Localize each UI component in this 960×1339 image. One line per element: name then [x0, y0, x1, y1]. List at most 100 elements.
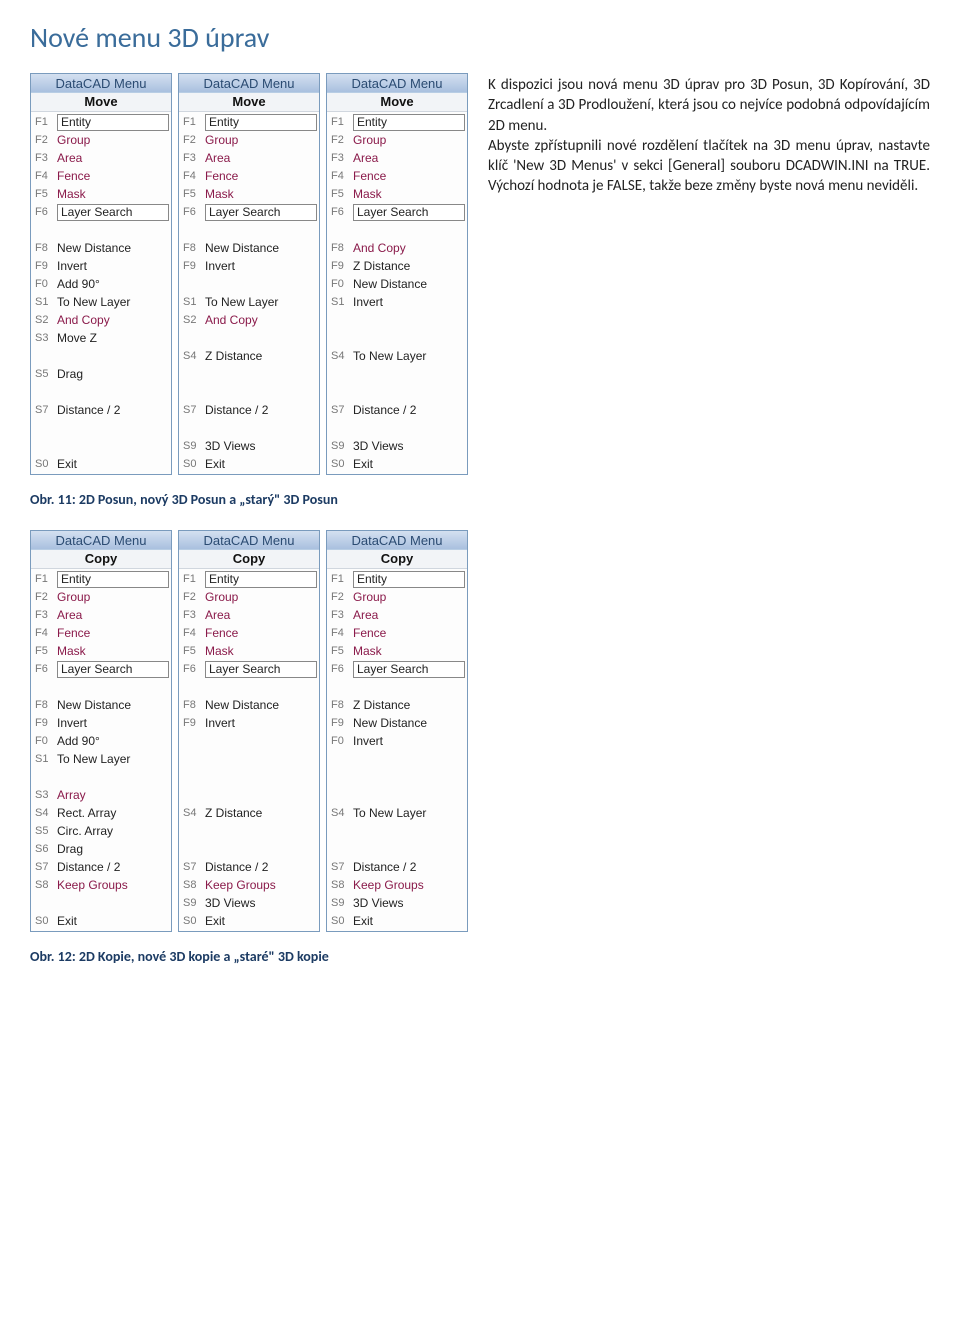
menu-item-hotkey: F3 — [33, 152, 53, 164]
menu-item[interactable]: S3Array — [33, 786, 169, 804]
menu-item[interactable]: S93D Views — [181, 437, 317, 455]
menu-item[interactable]: F2Group — [329, 588, 465, 606]
menu-item[interactable]: S4Z Distance — [181, 804, 317, 822]
menu-item[interactable]: S7Distance / 2 — [33, 858, 169, 876]
menu-item[interactable]: F5Mask — [33, 185, 169, 203]
menu-item[interactable]: F8And Copy — [329, 239, 465, 257]
menu-item[interactable]: S8Keep Groups — [181, 876, 317, 894]
menu-item[interactable]: F3Area — [181, 149, 317, 167]
menu-item[interactable]: F8New Distance — [33, 239, 169, 257]
menu-item[interactable]: F0Add 90° — [33, 275, 169, 293]
menu-item[interactable]: S8Keep Groups — [329, 876, 465, 894]
menu-item[interactable]: S0Exit — [329, 455, 465, 473]
menu-item[interactable]: F9Invert — [181, 714, 317, 732]
menu-item-label: Z Distance — [205, 806, 317, 820]
menu-item[interactable]: F5Mask — [329, 642, 465, 660]
menu-item[interactable]: S2And Copy — [181, 311, 317, 329]
menu-item[interactable]: F4Fence — [181, 167, 317, 185]
menu-item[interactable]: S8Keep Groups — [33, 876, 169, 894]
menu-item[interactable]: S1Invert — [329, 293, 465, 311]
menu-item[interactable]: F3Area — [329, 149, 465, 167]
menu-item[interactable]: F0Add 90° — [33, 732, 169, 750]
menu-item[interactable]: F2Group — [33, 131, 169, 149]
menu-item[interactable]: F3Area — [329, 606, 465, 624]
menu-item[interactable]: F2Group — [181, 131, 317, 149]
menu-item[interactable]: F9Invert — [33, 714, 169, 732]
menu-item[interactable]: F4Fence — [33, 167, 169, 185]
menu-item[interactable]: S7Distance / 2 — [181, 401, 317, 419]
menu-item[interactable]: F9Invert — [33, 257, 169, 275]
menu-item[interactable]: S7Distance / 2 — [329, 401, 465, 419]
menu-item[interactable]: S3Move Z — [33, 329, 169, 347]
menu-item[interactable]: S0Exit — [33, 912, 169, 930]
menu-item[interactable]: S0Exit — [181, 912, 317, 930]
menu-item[interactable]: F2Group — [329, 131, 465, 149]
menu-header: DataCAD Menu — [31, 531, 171, 550]
menu-item[interactable]: S1To New Layer — [33, 293, 169, 311]
menu-item[interactable]: S4Rect. Array — [33, 804, 169, 822]
menu-item[interactable]: F2Group — [181, 588, 317, 606]
menu-item[interactable]: S4Z Distance — [181, 347, 317, 365]
menu-item[interactable]: S0Exit — [33, 455, 169, 473]
menu-item[interactable]: F1Entity — [33, 113, 169, 131]
menu-item[interactable]: S93D Views — [329, 437, 465, 455]
menu-item-blank — [181, 786, 317, 804]
menu-item[interactable]: S5Drag — [33, 365, 169, 383]
menu-item[interactable]: S0Exit — [181, 455, 317, 473]
menu-header: DataCAD Menu — [179, 531, 319, 550]
menu-item[interactable]: F5Mask — [329, 185, 465, 203]
menu-item[interactable]: F8Z Distance — [329, 696, 465, 714]
menu-item[interactable]: F9New Distance — [329, 714, 465, 732]
menu-item[interactable]: S4To New Layer — [329, 347, 465, 365]
menu-item[interactable]: S0Exit — [329, 912, 465, 930]
menu-item[interactable]: F1Entity — [33, 570, 169, 588]
menu-item[interactable]: F4Fence — [329, 624, 465, 642]
menu-item[interactable]: S4To New Layer — [329, 804, 465, 822]
menu-item-label: To New Layer — [353, 806, 465, 820]
menu-item[interactable]: F4Fence — [181, 624, 317, 642]
menu-item[interactable]: F8New Distance — [181, 239, 317, 257]
menu-item[interactable]: F6Layer Search — [181, 203, 317, 221]
menu-item-label: Distance / 2 — [205, 403, 317, 417]
menu-body: F1EntityF2GroupF3AreaF4FenceF5MaskF6Laye… — [327, 569, 467, 931]
menu-item[interactable]: S7Distance / 2 — [33, 401, 169, 419]
menu-item[interactable]: F5Mask — [181, 185, 317, 203]
menu-item[interactable]: F3Area — [181, 606, 317, 624]
menu-item[interactable]: S93D Views — [329, 894, 465, 912]
menu-item[interactable]: S7Distance / 2 — [329, 858, 465, 876]
menu-item[interactable]: S2And Copy — [33, 311, 169, 329]
menu-item-hotkey: F6 — [33, 206, 53, 218]
menu-item[interactable]: F0Invert — [329, 732, 465, 750]
menu-item[interactable]: F6Layer Search — [329, 660, 465, 678]
menu-item[interactable]: S1To New Layer — [181, 293, 317, 311]
menu-item[interactable]: F1Entity — [329, 570, 465, 588]
menu-item[interactable]: F6Layer Search — [329, 203, 465, 221]
menu-item[interactable]: F3Area — [33, 606, 169, 624]
menu-item[interactable]: F9Z Distance — [329, 257, 465, 275]
menu-item[interactable]: F6Layer Search — [181, 660, 317, 678]
menu-item[interactable]: F5Mask — [33, 642, 169, 660]
menu-item[interactable]: S93D Views — [181, 894, 317, 912]
menu-item[interactable]: S6Drag — [33, 840, 169, 858]
menu-item[interactable]: F0New Distance — [329, 275, 465, 293]
menu-item-hotkey: F3 — [181, 609, 201, 621]
menu-item[interactable]: F6Layer Search — [33, 203, 169, 221]
menu-item[interactable]: F8New Distance — [33, 696, 169, 714]
menu-item-blank — [329, 840, 465, 858]
menu-item[interactable]: F3Area — [33, 149, 169, 167]
menu-item-hotkey: S7 — [329, 404, 349, 416]
menu-item[interactable]: F9Invert — [181, 257, 317, 275]
menu-item-label: New Distance — [57, 698, 169, 712]
menu-item[interactable]: F2Group — [33, 588, 169, 606]
menu-item[interactable]: S5Circ. Array — [33, 822, 169, 840]
menu-item[interactable]: S1To New Layer — [33, 750, 169, 768]
menu-item[interactable]: F4Fence — [33, 624, 169, 642]
menu-item[interactable]: S7Distance / 2 — [181, 858, 317, 876]
menu-item[interactable]: F6Layer Search — [33, 660, 169, 678]
menu-item[interactable]: F1Entity — [329, 113, 465, 131]
menu-item[interactable]: F5Mask — [181, 642, 317, 660]
menu-item[interactable]: F8New Distance — [181, 696, 317, 714]
menu-item[interactable]: F1Entity — [181, 570, 317, 588]
menu-item[interactable]: F1Entity — [181, 113, 317, 131]
menu-item[interactable]: F4Fence — [329, 167, 465, 185]
